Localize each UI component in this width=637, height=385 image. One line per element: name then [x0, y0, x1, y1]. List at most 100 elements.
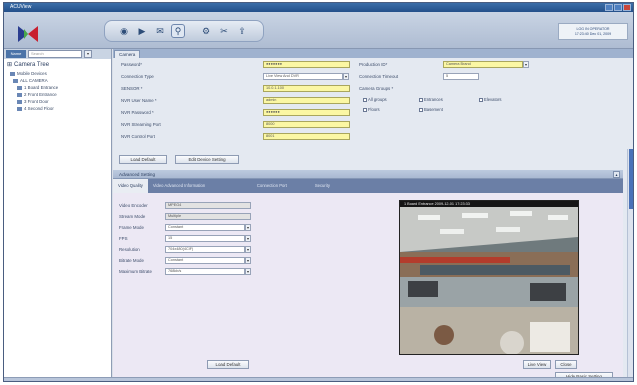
bitrate-mode-select[interactable]: Constant — [165, 257, 245, 264]
window-controls — [605, 4, 631, 11]
window-title: ACUView — [10, 4, 32, 10]
tree-item-label: 4 Second Floor — [24, 106, 54, 111]
nvr-control-port-field[interactable]: 8001 — [263, 133, 350, 140]
advanced-subtabs: Video Quality Video Advanced Information… — [113, 179, 623, 193]
playback-icon[interactable]: ▶ — [135, 24, 149, 38]
password-field[interactable]: ●●●●●●● — [263, 61, 350, 68]
frame-mode-label: Frame Mode — [119, 225, 144, 230]
group-checkbox[interactable]: Floors — [363, 107, 380, 112]
subtab-security[interactable]: Security — [310, 179, 335, 193]
tab-camera[interactable]: Camera — [114, 50, 141, 58]
group-checkbox[interactable]: Elevators — [479, 97, 501, 102]
maximum-bitrate-label: Maximum Bitrate — [119, 269, 152, 274]
chevron-down-icon[interactable]: ▾ — [84, 50, 92, 58]
subtab-video-quality[interactable]: Video Quality — [113, 179, 148, 193]
edit-device-setting-button[interactable]: Edit Device Setting — [175, 155, 239, 164]
checkbox-icon — [363, 97, 367, 102]
chevron-down-icon[interactable]: ▾ — [245, 257, 251, 264]
tab-ghost[interactable] — [176, 50, 212, 58]
chevron-down-icon[interactable]: ▾ — [245, 235, 251, 242]
export-icon[interactable]: ⇪ — [235, 24, 249, 38]
maximize-button[interactable] — [614, 4, 622, 11]
checkbox-icon — [419, 107, 423, 112]
nvr-control-port-label: NVR Control Port — [121, 134, 155, 139]
subtab-video-advanced[interactable]: Video Advanced Information — [148, 179, 252, 193]
device-icon — [10, 71, 15, 76]
status-bar — [4, 377, 633, 381]
tools-icon[interactable]: ✂ — [217, 24, 231, 38]
load-default-button[interactable]: Load Default — [119, 155, 167, 164]
tab-ghost[interactable] — [212, 50, 248, 58]
tree-item-label: Mobile Devices — [17, 71, 47, 76]
production-id-select[interactable]: Camera Brand — [443, 61, 523, 68]
subtab-connection-port[interactable]: Connection Port — [252, 179, 310, 193]
camera-tree: ⊞ Camera Tree Mobile Devices ALL CAMERA … — [4, 59, 111, 114]
close-window-button[interactable] — [623, 4, 631, 11]
event-icon[interactable]: ✉ — [153, 24, 167, 38]
group-checkbox[interactable]: Entrances — [419, 97, 443, 102]
advanced-setting-panel: Advanced Setting ▴ Video Quality Video A… — [113, 170, 623, 381]
live-view-icon[interactable]: ◉ — [117, 24, 131, 38]
sort-name-button[interactable]: Name — [6, 50, 26, 58]
production-id-label: Production ID* — [359, 62, 388, 67]
sensor-field[interactable]: 10.0.1.100 — [263, 85, 350, 92]
tree-item[interactable]: ALL CAMERA — [7, 77, 108, 84]
tab-ghost[interactable] — [248, 50, 284, 58]
checkbox-icon — [479, 97, 483, 102]
tree-item-label: ALL CAMERA — [20, 78, 48, 83]
chevron-down-icon[interactable]: ▾ — [343, 73, 349, 80]
group-checkbox[interactable]: Basement — [419, 107, 443, 112]
search-icon[interactable]: ⚲ — [171, 24, 185, 38]
frame-mode-select[interactable]: Constant — [165, 224, 245, 231]
nvr-streaming-port-field[interactable]: 8000 — [263, 121, 350, 128]
live-view-button[interactable]: Live View — [523, 360, 551, 369]
camera-groups-label: Camera Groups * — [359, 86, 394, 91]
vertical-scrollbar[interactable] — [627, 149, 633, 379]
datetime-label: 17:23:40 Dec 01, 2009 — [574, 32, 612, 36]
camera-icon — [17, 99, 22, 104]
fps-select[interactable]: 15 — [165, 235, 245, 242]
bitrate-mode-label: Bitrate Mode — [119, 258, 144, 263]
collapse-icon[interactable]: ▴ — [613, 171, 620, 178]
tab-ghost[interactable] — [140, 50, 176, 58]
chevron-down-icon[interactable]: ▾ — [245, 268, 251, 275]
connection-timeout-field[interactable]: 5 — [443, 73, 479, 80]
close-button[interactable]: Close — [555, 360, 577, 369]
chevron-down-icon[interactable]: ▾ — [245, 246, 251, 253]
resolution-select[interactable]: 704x480(4CIF) — [165, 246, 245, 253]
load-default-button[interactable]: Load Default — [207, 360, 249, 369]
connection-type-label: Connection Type — [121, 74, 154, 79]
title-bar: ACUView — [4, 3, 633, 12]
camera-frame-image — [400, 207, 578, 354]
status-clock: LOG IN OPERATOR 17:23:40 Dec 01, 2009 — [558, 23, 628, 40]
connection-type-select[interactable]: Live View And DVR — [263, 73, 343, 80]
nvr-user-label: NVR User Name * — [121, 98, 157, 103]
chevron-down-icon[interactable]: ▾ — [523, 61, 529, 68]
live-video-preview[interactable]: 1 Board Entrance 2009-12-01 17:23:33 — [399, 200, 579, 355]
minimize-button[interactable] — [605, 4, 613, 11]
maximum-bitrate-select[interactable]: 768kb/s — [165, 268, 245, 275]
tree-item[interactable]: Mobile Devices — [7, 70, 108, 77]
configuration-icon[interactable]: ⚙ — [199, 24, 213, 38]
tree-item[interactable]: 4 Second Floor — [7, 105, 108, 112]
app-window: ACUView ◉ ▶ ✉ ⚲ ⚙ ✂ ⇪ LOG IN OPERATOR 17… — [3, 2, 634, 382]
main-tabs: Camera — [113, 49, 633, 58]
tree-item[interactable]: 1 Board Entrance — [7, 84, 108, 91]
app-logo — [18, 26, 38, 42]
tab-ghost[interactable] — [284, 50, 320, 58]
chevron-down-icon[interactable]: ▾ — [245, 224, 251, 231]
group-checkbox[interactable]: All groups — [363, 97, 387, 102]
tree-search-input[interactable]: Search — [28, 50, 82, 58]
main-panel: Camera Password* ●●●●●●● Connection Type… — [113, 49, 633, 381]
nvr-user-field[interactable]: admin — [263, 97, 350, 104]
sensor-label: SENSOR * — [121, 86, 143, 91]
connection-timeout-label: Connection Timeout — [359, 74, 399, 79]
camera-form: Password* ●●●●●●● Connection Type Live V… — [113, 58, 633, 168]
tree-item[interactable]: 3 Front Door — [7, 98, 108, 105]
camera-tree-icon: ⊞ — [7, 62, 13, 68]
nvr-password-field[interactable]: ●●●●●● — [263, 109, 350, 116]
tree-root[interactable]: ⊞ Camera Tree — [7, 61, 108, 70]
scrollbar-thumb[interactable] — [629, 149, 633, 209]
camera-icon — [17, 85, 22, 90]
tree-item[interactable]: 2 Front Entrance — [7, 91, 108, 98]
